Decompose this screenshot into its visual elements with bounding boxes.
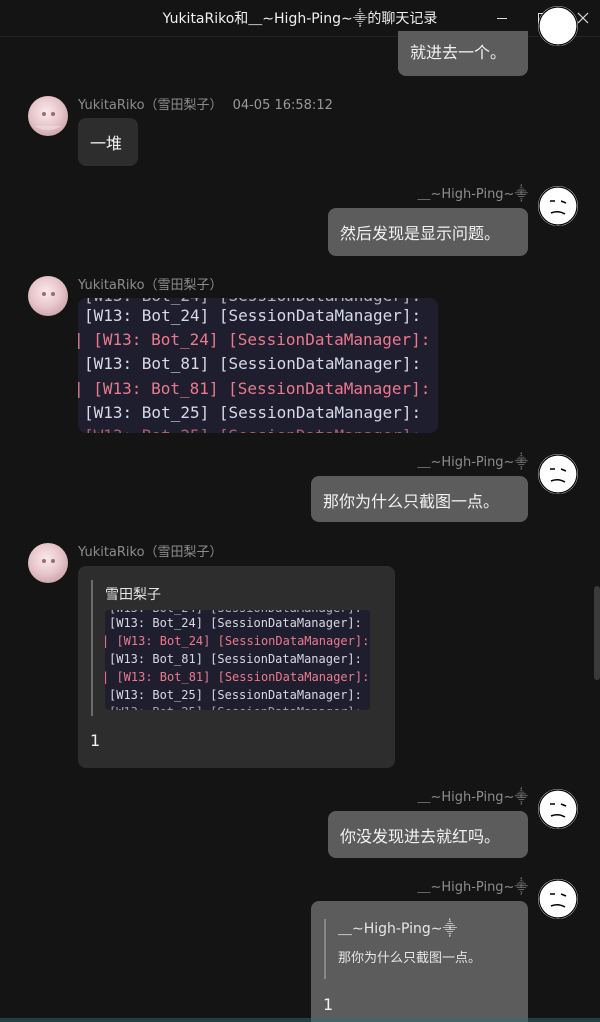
avatar[interactable] bbox=[538, 454, 578, 494]
sender-name: ⸏∼High-Ping∼⸎ bbox=[417, 455, 528, 470]
message-text: 你没发现进去就红吗。 bbox=[340, 827, 501, 846]
sender-name: ⸏∼High-Ping∼⸎ bbox=[417, 880, 528, 895]
code-line: | [W13: Bot_24] [SessionDataManager]: bbox=[78, 330, 431, 349]
code-line: [W13: Bot_81] [SessionDataManager]: bbox=[84, 354, 422, 373]
message-bubble[interactable]: 一堆 bbox=[78, 118, 138, 166]
code-screenshot-image[interactable]: [W13: Bot_24] [SessionDataManager]: [W13… bbox=[78, 298, 438, 433]
message-meta: YukitaRiko（雪田梨子） 04-05 16:58:12 bbox=[78, 94, 333, 113]
message-time: 04-05 16:58:12 bbox=[232, 98, 333, 113]
message-bubble[interactable]: 然后发现是显示问题。 bbox=[328, 208, 528, 256]
message-text: 1 bbox=[90, 731, 101, 750]
minimize-icon[interactable] bbox=[492, 8, 512, 28]
avatar[interactable] bbox=[538, 186, 578, 226]
sender-name: YukitaRiko（雪田梨子） bbox=[78, 545, 223, 560]
quote-bar bbox=[91, 580, 93, 716]
code-line: [W13: Bot_24] [SessionDataManager]: bbox=[109, 616, 362, 630]
window-border bbox=[0, 1018, 600, 1022]
sender-name: YukitaRiko（雪田梨子） bbox=[78, 278, 223, 293]
sender-name: YukitaRiko（雪田梨子） bbox=[78, 98, 223, 113]
sender-name: ⸏∼High-Ping∼⸎ bbox=[417, 790, 528, 805]
avatar[interactable] bbox=[28, 276, 68, 316]
avatar[interactable] bbox=[28, 96, 68, 136]
message-text: 那你为什么只截图一点。 bbox=[323, 492, 500, 511]
code-line: | [W13: Bot_81] [SessionDataManager]: bbox=[78, 379, 431, 398]
quote-bar bbox=[324, 919, 326, 979]
message-bubble[interactable]: 那你为什么只截图一点。 bbox=[311, 476, 528, 522]
code-line: | [W13: Bot_81] [SessionDataManager]: bbox=[105, 670, 370, 684]
code-line: [W13: Bot_25] [SessionDataManager]: bbox=[84, 403, 422, 422]
code-line: [W13: Bot_24] [SessionDataManager]: bbox=[84, 306, 422, 325]
message-bubble[interactable]: 就进去一个。 bbox=[398, 31, 528, 76]
code-line: | [W13: Bot_24] [SessionDataManager]: bbox=[105, 634, 370, 648]
message-text: 然后发现是显示问题。 bbox=[340, 224, 501, 243]
message-bubble[interactable]: ⸏∼High-Ping∼⸎ 那你为什么只截图一点。 1 bbox=[311, 901, 528, 1022]
quote-sender: 雪田梨子 bbox=[105, 587, 161, 603]
message-bubble[interactable]: 你没发现进去就红吗。 bbox=[328, 811, 528, 858]
quote-sender: ⸏∼High-Ping∼⸎ bbox=[338, 921, 458, 937]
message-bubble[interactable]: 雪田梨子 [W13: Bot_24] [SessionDataManager]:… bbox=[78, 566, 395, 768]
code-line: [W13: Bot_25] [SessionDataManager]: bbox=[109, 688, 362, 702]
message-text: 一堆 bbox=[90, 134, 123, 153]
message-text: 1 bbox=[323, 995, 334, 1014]
code-line: [W13: Bot_81] [SessionDataManager]: bbox=[109, 652, 362, 666]
message-text: 就进去一个。 bbox=[410, 43, 507, 62]
avatar[interactable] bbox=[538, 879, 578, 919]
avatar[interactable] bbox=[28, 543, 68, 583]
sender-name: ⸏∼High-Ping∼⸎ bbox=[417, 187, 528, 202]
avatar[interactable] bbox=[538, 6, 578, 46]
quote-text: 那你为什么只截图一点。 bbox=[338, 951, 482, 966]
avatar[interactable] bbox=[538, 789, 578, 829]
quoted-code-image[interactable]: [W13: Bot_24] [SessionDataManager]: [W13… bbox=[105, 610, 370, 710]
scrollbar-thumb[interactable] bbox=[594, 586, 600, 680]
